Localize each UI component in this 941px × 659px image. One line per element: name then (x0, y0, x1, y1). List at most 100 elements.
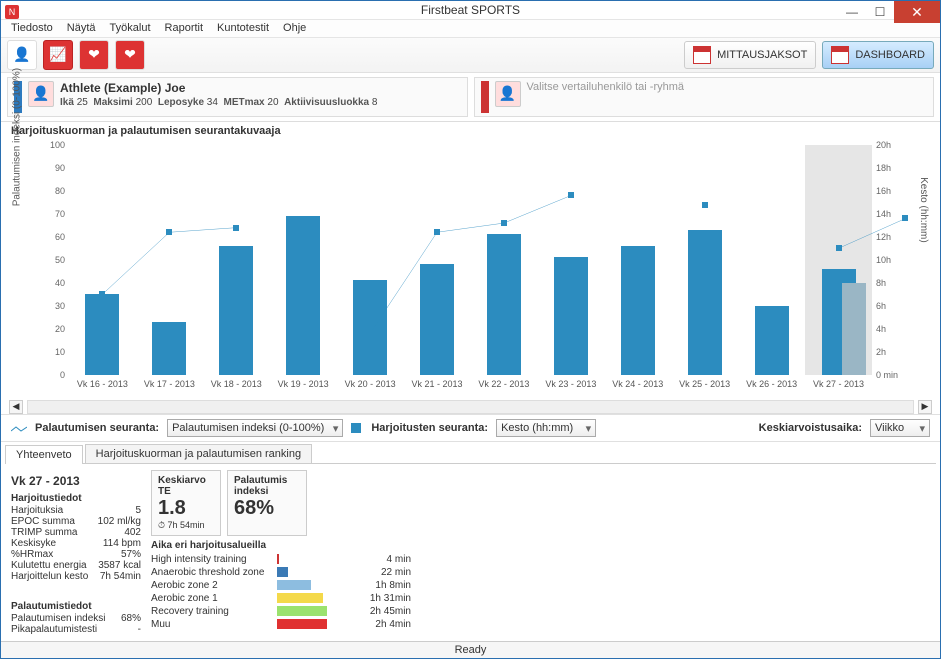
ytick-left: 30 (55, 301, 65, 311)
summary-header: Vk 27 - 2013 (11, 470, 141, 488)
ytick-left: 100 (50, 140, 65, 150)
line-legend-icon (11, 424, 27, 432)
heart-plus-icon[interactable]: ❤ (79, 40, 109, 70)
summary-row: TRIMP summa402 (11, 527, 141, 538)
zone-row: Muu2h 4min (151, 618, 411, 631)
chart-point (99, 291, 105, 297)
chart-point (233, 225, 239, 231)
tab-ranking[interactable]: Harjoituskuorman ja palautumisen ranking (85, 444, 312, 463)
summary-row: Harjoituksia5 (11, 505, 141, 516)
toolbar: 👤 📈 ❤ ❤ MITTAUSJAKSOT DASHBOARD (1, 38, 940, 73)
x-tick: Vk 27 - 2013 (805, 379, 872, 389)
menu-näytä[interactable]: Näytä (61, 20, 102, 36)
compare-placeholder: Valitse vertailuhenkilö tai -ryhmä (527, 81, 685, 93)
ytick-left: 60 (55, 232, 65, 242)
ytick-right: 16h (876, 186, 891, 196)
zone-row: Anaerobic threshold zone22 min (151, 566, 411, 579)
ytick-right: 10h (876, 255, 891, 265)
ytick-right: 0 min (876, 370, 898, 380)
maximize-button[interactable]: ☐ (866, 1, 894, 23)
ytick-left: 20 (55, 324, 65, 334)
chart-icon[interactable]: 📈 (43, 40, 73, 70)
recovery-data-header: Palautumistiedot (11, 597, 141, 612)
chart-point (367, 330, 373, 336)
scroll-right-button[interactable]: ▶ (918, 400, 932, 414)
scroll-track[interactable] (27, 400, 914, 414)
avg-filter-select[interactable]: Viikko (870, 419, 930, 437)
zone-row: Aerobic zone 11h 31min (151, 592, 411, 605)
training-data-header: Harjoitustiedot (11, 489, 141, 504)
menu-ohje[interactable]: Ohje (277, 20, 312, 36)
avatar-icon: 👤 (28, 81, 54, 107)
scroll-left-button[interactable]: ◀ (9, 400, 23, 414)
chart-scroll[interactable]: ◀ ▶ (1, 400, 940, 414)
x-tick: Vk 23 - 2013 (537, 379, 604, 389)
x-tick: Vk 24 - 2013 (604, 379, 671, 389)
athlete-card[interactable]: 👤 Athlete (Example) Joe Ikä 25 Maksimi 2… (7, 77, 468, 117)
compare-card[interactable]: 👤 Valitse vertailuhenkilö tai -ryhmä (474, 77, 935, 117)
x-tick: Vk 18 - 2013 (203, 379, 270, 389)
x-tick: Vk 25 - 2013 (671, 379, 738, 389)
titlebar: N Firstbeat SPORTS — ☐ ✕ (1, 1, 940, 20)
menu-tiedosto[interactable]: Tiedosto (5, 20, 59, 36)
menu-työkalut[interactable]: Työkalut (104, 20, 157, 36)
summary-row: Harjoittelun kesto7h 54min (11, 571, 141, 582)
person-icon[interactable]: 👤 (7, 40, 37, 70)
ytick-right: 6h (876, 301, 886, 311)
menu-kuntotestit[interactable]: Kuntotestit (211, 20, 275, 36)
y-axis-left-label: Palautumisen indeksi (0-100%) (12, 68, 23, 206)
athlete-name: Athlete (Example) Joe (60, 81, 377, 95)
close-button[interactable]: ✕ (894, 1, 940, 23)
chart-point (501, 220, 507, 226)
app-logo-icon: N (5, 5, 19, 19)
summary-row: Keskisyke114 bpm (11, 538, 141, 549)
menubar: TiedostoNäytäTyökalutRaportitKuntotestit… (1, 20, 940, 37)
ytick-right: 4h (876, 324, 886, 334)
zones-header: Aika eri harjoitusalueilla (151, 540, 411, 551)
ytick-left: 40 (55, 278, 65, 288)
har-filter-label: Harjoitusten seuranta: (371, 422, 488, 434)
y-axis-right-label: Kesto (hh:mm) (919, 177, 930, 243)
ytick-left: 0 (60, 370, 65, 380)
summary-row: Kulutettu energia3587 kcal (11, 560, 141, 571)
ytick-right: 18h (876, 163, 891, 173)
x-tick: Vk 26 - 2013 (738, 379, 805, 389)
chart-title: Harjoituskuorman ja palautumisen seurant… (1, 122, 940, 140)
stripe-icon (481, 81, 489, 113)
chart-point (434, 229, 440, 235)
dashboard-button[interactable]: DASHBOARD (822, 41, 934, 69)
dashboard-label: DASHBOARD (855, 49, 925, 61)
avatar-icon: 👤 (495, 81, 521, 107)
ytick-left: 80 (55, 186, 65, 196)
zone-row: Recovery training2h 45min (151, 605, 411, 618)
ytick-right: 20h (876, 140, 891, 150)
chart-point (568, 192, 574, 198)
pal-filter-select[interactable]: Palautumisen indeksi (0-100%) (167, 419, 343, 437)
mittausjaksot-label: MITTAUSJAKSOT (717, 49, 807, 61)
summary-row: EPOC summa102 ml/kg (11, 516, 141, 527)
ytick-right: 14h (876, 209, 891, 219)
x-tick: Vk 21 - 2013 (404, 379, 471, 389)
pal-filter-label: Palautumisen seuranta: (35, 422, 159, 434)
ytick-right: 2h (876, 347, 886, 357)
x-tick: Vk 20 - 2013 (337, 379, 404, 389)
menu-raportit[interactable]: Raportit (159, 20, 210, 36)
ytick-right: 8h (876, 278, 886, 288)
index-card: Palautumis indeksi 68% (227, 470, 307, 536)
ytick-left: 50 (55, 255, 65, 265)
x-tick: Vk 19 - 2013 (270, 379, 337, 389)
mittausjaksot-button[interactable]: MITTAUSJAKSOT (684, 41, 816, 69)
summary-row: %HRmax57% (11, 549, 141, 560)
te-card: Keskiarvo TE 1.8 ⏱ 7h 54min (151, 470, 221, 536)
ytick-left: 70 (55, 209, 65, 219)
athlete-stats: Ikä 25 Maksimi 200 Leposyke 34 METmax 20… (60, 97, 377, 108)
ytick-left: 10 (55, 347, 65, 357)
summary-row: Palautumisen indeksi68% (11, 613, 141, 624)
status-bar: Ready (1, 641, 940, 658)
calendar-icon (693, 46, 711, 64)
heart-new-icon[interactable]: ❤ (115, 40, 145, 70)
chart-point (702, 202, 708, 208)
minimize-button[interactable]: — (838, 1, 866, 23)
har-filter-select[interactable]: Kesto (hh:mm) (496, 419, 596, 437)
tab-summary[interactable]: Yhteenveto (5, 445, 83, 464)
